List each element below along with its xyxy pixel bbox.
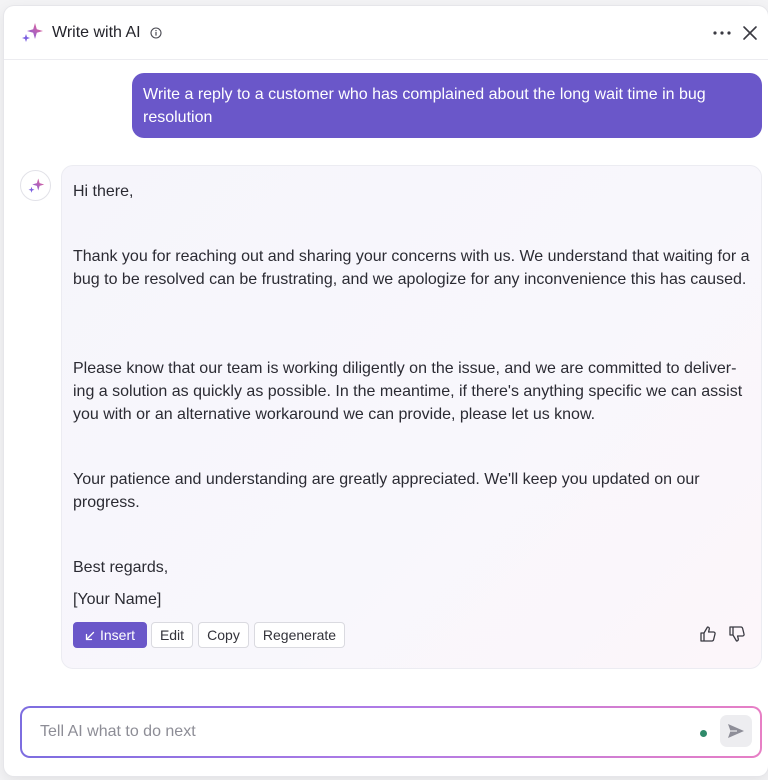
arrow-down-left-icon [85, 631, 95, 641]
thumbs-down-icon[interactable] [728, 625, 746, 643]
sparkle-icon [22, 23, 43, 42]
prompt-input-box [22, 708, 760, 756]
thumbs-up-icon[interactable] [699, 625, 717, 643]
response-paragraph: Thank you for reaching out and sharing y… [73, 248, 750, 288]
insert-button[interactable]: Insert [73, 622, 147, 648]
panel-title: Write with AI [52, 24, 141, 41]
ai-response-card: Hi there, Thank you for reaching out and… [61, 165, 762, 669]
info-icon[interactable] [150, 27, 162, 39]
response-paragraph: Please know that our team is working dil… [73, 360, 743, 423]
copy-button[interactable]: Copy [198, 622, 249, 648]
regenerate-button[interactable]: Regenerate [254, 622, 345, 648]
write-with-ai-panel: Write with AI Write a reply to a custome… [4, 6, 768, 776]
user-message-bubble: Write a reply to a customer who has comp… [132, 73, 762, 138]
send-icon [728, 724, 744, 738]
response-closing: Best regards, [73, 559, 169, 576]
more-options-icon[interactable] [710, 22, 734, 44]
status-dot [700, 730, 707, 737]
sparkle-icon [28, 178, 45, 193]
prompt-input-container [20, 706, 762, 758]
response-paragraph: Your patience and understanding are grea… [73, 471, 700, 511]
response-signature: [Your Name] [73, 591, 162, 608]
ai-avatar [20, 170, 51, 201]
insert-label: Insert [99, 627, 135, 643]
prompt-input[interactable] [38, 720, 678, 744]
send-button[interactable] [720, 715, 752, 747]
response-greeting: Hi there, [73, 183, 134, 200]
edit-button[interactable]: Edit [151, 622, 193, 648]
panel-header: Write with AI [4, 6, 768, 60]
close-icon[interactable] [740, 23, 760, 43]
